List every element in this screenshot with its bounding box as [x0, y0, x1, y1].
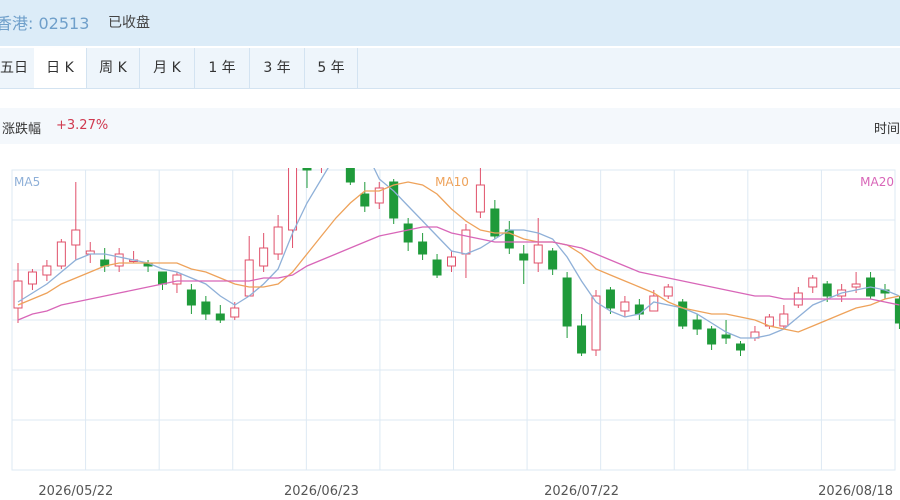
candle-body — [707, 328, 717, 345]
candle-body — [663, 286, 673, 297]
candle-body — [634, 304, 644, 315]
time-label: 时间 — [873, 122, 900, 137]
candle-body — [678, 301, 688, 327]
candle-body — [605, 289, 615, 309]
change-label: 涨跌幅 — [2, 122, 42, 137]
candle-body — [201, 301, 211, 315]
candle-body — [244, 259, 254, 297]
x-tick-label: 2026/07/22 — [544, 484, 619, 499]
candle-body — [56, 241, 66, 267]
candlestick-chart: MA5 MA10 MA20 2026/05/22 2026/06/23 2026/07/2… — [11, 168, 900, 499]
candle-body — [562, 277, 572, 327]
candle-body — [158, 271, 167, 285]
tab-weekly-k[interactable]: 周 K — [87, 48, 140, 88]
candle-body — [259, 247, 269, 267]
candle-body — [475, 184, 485, 213]
candle-body — [519, 253, 529, 261]
candle-body — [172, 274, 182, 285]
candle-body — [721, 334, 731, 339]
legend-ma10: MA10 — [435, 175, 469, 189]
tab-one-year[interactable]: 1 年 — [195, 48, 250, 88]
candle-body — [215, 313, 225, 321]
candle-body — [894, 298, 900, 324]
candle-body — [736, 343, 745, 351]
candle-body — [288, 168, 298, 231]
legend-ma5: MA5 — [14, 175, 40, 189]
candle-body — [403, 223, 413, 243]
market-status: 已收盘 — [108, 15, 150, 31]
candle-body — [851, 283, 861, 288]
candle-body — [533, 244, 543, 264]
candle-body — [302, 168, 312, 171]
tab-daily-k[interactable]: 日 K — [34, 48, 87, 88]
candle-body — [186, 289, 196, 306]
candle-body — [779, 313, 789, 327]
candle-body — [447, 256, 456, 267]
tab-five-day[interactable]: 五日 — [0, 48, 35, 88]
x-tick-label: 2026/05/22 — [38, 484, 113, 499]
candle-body — [577, 325, 587, 354]
candle-body — [230, 307, 240, 318]
candle-body — [808, 277, 818, 288]
candle-body — [620, 301, 630, 312]
change-value: +3.27% — [56, 118, 109, 133]
candle-body — [27, 271, 37, 285]
x-tick-label: 2026/06/23 — [284, 484, 359, 499]
candle-body — [692, 319, 702, 330]
candle-body — [360, 193, 370, 207]
candle-body — [461, 229, 471, 255]
candle-body — [822, 283, 832, 297]
candle-body — [345, 168, 355, 183]
x-tick-label: 2026/08/18 — [818, 484, 893, 499]
period-tabs: 五日 日 K 周 K 月 K 1 年 3 年 5 年 — [0, 48, 900, 89]
stock-title: 香港: 02513 — [0, 14, 90, 33]
candle-body — [71, 229, 81, 246]
candle-body — [273, 226, 283, 255]
candle-body — [389, 181, 399, 219]
candle-body — [548, 250, 558, 270]
tab-three-year[interactable]: 3 年 — [250, 48, 305, 88]
tab-monthly-k[interactable]: 月 K — [140, 48, 195, 88]
legend-ma20: MA20 — [860, 175, 894, 189]
candle-body — [432, 259, 442, 276]
candle-body — [42, 265, 52, 276]
info-bar — [0, 108, 900, 144]
tab-five-year[interactable]: 5 年 — [305, 48, 358, 88]
quote-header: 香港: 02513 已收盘 — [0, 0, 900, 46]
candle-body — [418, 241, 428, 255]
